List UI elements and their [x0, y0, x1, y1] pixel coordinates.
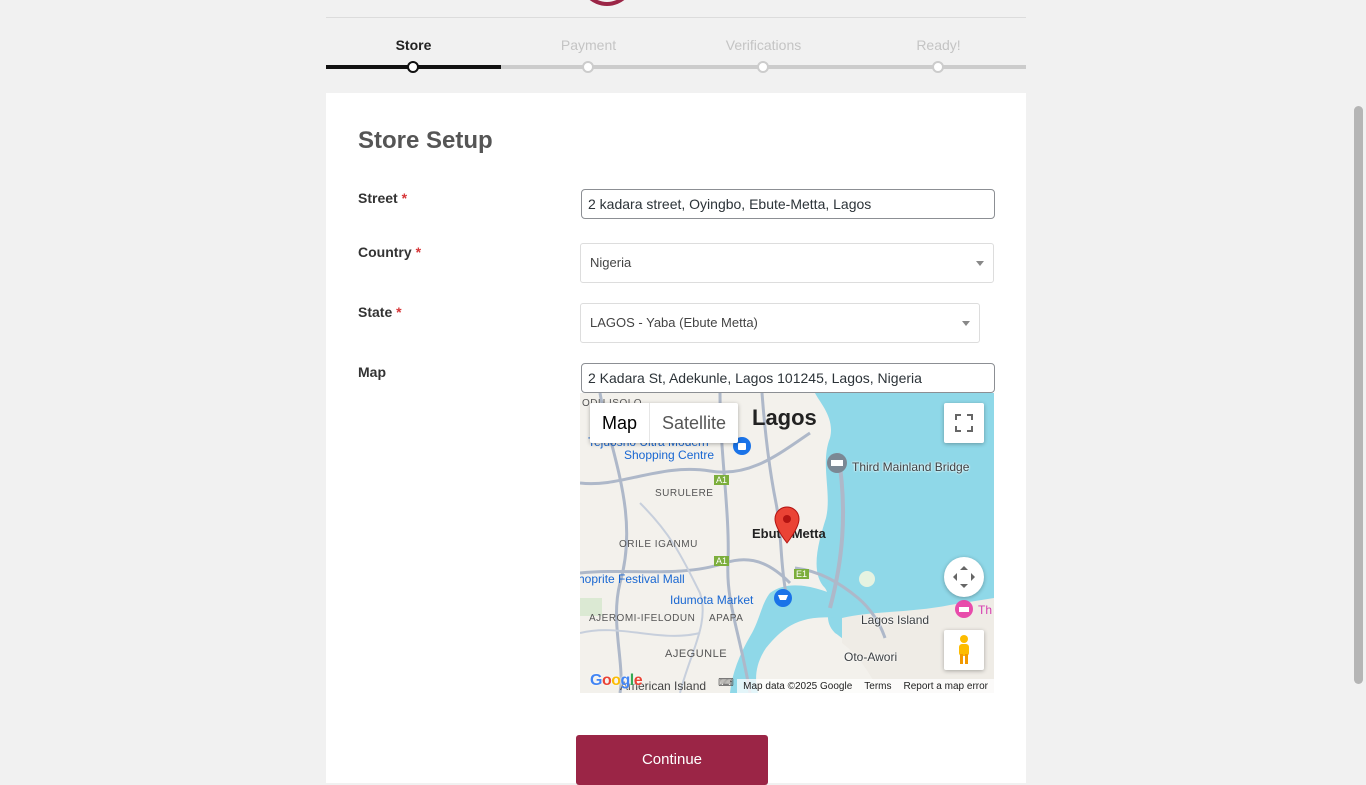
step-payment: Payment: [560, 37, 617, 53]
google-logo: Google: [590, 672, 643, 689]
continue-button[interactable]: Continue: [576, 735, 768, 785]
keyboard-shortcuts-icon[interactable]: ⌨: [718, 676, 734, 689]
step-ready-dot: [932, 61, 944, 73]
step-payment-dot: [582, 61, 594, 73]
terms-link[interactable]: Terms: [864, 681, 891, 692]
street-input[interactable]: [581, 189, 995, 219]
road-shield: E1: [794, 569, 810, 579]
chevron-down-icon: [976, 261, 984, 266]
chevron-down-icon: [962, 321, 970, 326]
place-label: Third Mainland Bridge: [852, 460, 970, 474]
map-attribution: Map data ©2025 Google Terms Report a map…: [737, 679, 994, 693]
store-setup-card: Store Setup Street * Country * Nigeria S…: [326, 93, 1026, 785]
street-view-button[interactable]: [944, 630, 984, 670]
required-mark: *: [415, 244, 422, 260]
fullscreen-icon: [955, 414, 973, 432]
bridge-icon[interactable]: [826, 453, 848, 477]
place-label: Oto-Awori: [844, 650, 898, 664]
country-label: Country *: [358, 244, 422, 260]
step-ready: Ready!: [916, 37, 961, 53]
scrollbar-thumb[interactable]: [1354, 106, 1363, 684]
hotel-icon[interactable]: [954, 599, 974, 619]
road-shield: A1: [714, 475, 730, 485]
required-mark: *: [401, 190, 408, 206]
state-label: State *: [358, 304, 402, 320]
step-store-dot: [407, 61, 419, 73]
page-title: Store Setup: [358, 127, 493, 154]
page-scrollbar[interactable]: [1351, 0, 1366, 768]
street-label: Street *: [358, 190, 408, 206]
place-label: AJEGUNLE: [665, 648, 728, 660]
report-map-error-link[interactable]: Report a map error: [904, 681, 988, 692]
pegman-icon: [959, 635, 969, 664]
place-label: AJEROMI-IFELODUN: [589, 613, 696, 624]
map-search-input[interactable]: [581, 363, 995, 393]
pan-arrows-icon: [953, 566, 975, 588]
country-select[interactable]: Nigeria: [580, 243, 994, 283]
place-label: Lagos: [752, 405, 817, 430]
place-label: Idumota Market: [670, 593, 754, 607]
step-store: Store: [395, 37, 432, 53]
map-camera-control[interactable]: [944, 557, 984, 597]
map-type-map-button[interactable]: Map: [590, 403, 649, 443]
place-label: Th: [978, 603, 993, 617]
brand-logo: [579, 0, 635, 6]
road-shield: A1: [714, 556, 730, 566]
step-verifications: Verifications: [725, 37, 802, 53]
setup-stepper: Store Payment Verifications Ready!: [326, 30, 1026, 74]
map-type-satellite-button[interactable]: Satellite: [649, 403, 738, 443]
place-label: Shoprite Festival Mall: [580, 572, 685, 586]
map-type-control: Map Satellite: [590, 403, 739, 443]
map-data-credit: Map data ©2025 Google: [743, 680, 853, 692]
shopping-cart-icon[interactable]: [773, 588, 793, 608]
place-label: ORILE IGANMU: [619, 539, 698, 550]
map-label: Map: [358, 364, 386, 380]
google-map[interactable]: ODU ISOLO Lagos Tejuosho Ultra Modern Sh…: [580, 393, 994, 693]
required-mark: *: [396, 304, 402, 320]
step-verifications-dot: [757, 61, 769, 73]
state-select[interactable]: LAGOS - Yaba (Ebute Metta): [580, 303, 980, 343]
location-pin-icon[interactable]: [774, 506, 800, 544]
place-label: APAPA: [709, 613, 744, 624]
place-label: SURULERE: [655, 488, 714, 499]
header-divider: [326, 17, 1026, 18]
place-label: Lagos Island: [861, 613, 930, 627]
place-label: Shopping Centre: [624, 448, 715, 462]
fullscreen-button[interactable]: [944, 403, 984, 443]
